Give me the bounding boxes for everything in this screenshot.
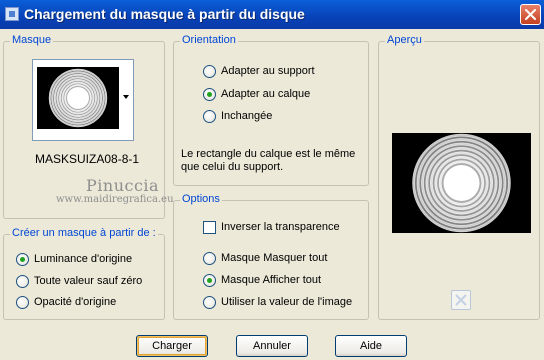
radio-button[interactable] — [16, 274, 29, 288]
radio-adapter-calque[interactable]: Adapter au calque — [203, 86, 310, 102]
checkbox-inverser[interactable]: Inverser la transparence — [203, 219, 340, 235]
radio-button[interactable] — [203, 273, 216, 287]
orientation-info: Le rectangle du calque est le même que c… — [181, 148, 356, 173]
orientation-group-label: Orientation — [180, 34, 238, 46]
close-icon — [525, 9, 536, 20]
masque-group-label: Masque — [10, 34, 54, 46]
options-group-label: Options — [180, 193, 222, 205]
charger-button[interactable]: Charger — [136, 335, 208, 357]
radio-afficher-tout[interactable]: Masque Afficher tout — [203, 272, 321, 288]
radio-inchangee[interactable]: Inchangée — [203, 108, 272, 124]
mask-thumbnail — [37, 67, 119, 129]
preview-icon — [455, 294, 467, 306]
radio-label: Opacité d'origine — [34, 296, 117, 308]
radio-label: Masque Afficher tout — [221, 274, 322, 286]
mask-name: MASKSUIZA08-8-1 — [35, 152, 140, 166]
radio-opacite[interactable]: Opacité d'origine — [16, 294, 116, 310]
radio-masquer-tout[interactable]: Masque Masquer tout — [203, 250, 327, 266]
mask-core — [67, 87, 89, 109]
radio-label: Masque Masquer tout — [221, 252, 328, 264]
checkbox-label: Inverser la transparence — [221, 221, 340, 233]
radio-label: Inchangée — [221, 110, 273, 122]
annuler-button[interactable]: Annuler — [236, 335, 308, 357]
radio-button[interactable] — [203, 87, 216, 101]
watermark-url: www.maidiregrafica.eu — [56, 194, 174, 205]
radio-luminance[interactable]: Luminance d'origine — [16, 251, 132, 267]
close-button[interactable] — [520, 4, 541, 25]
preview-toggle-button[interactable] — [451, 290, 471, 310]
radio-toute-valeur[interactable]: Toute valeur sauf zéro — [16, 273, 142, 289]
radio-button[interactable] — [203, 64, 216, 78]
dialog-window: Chargement du masque à partir du disque … — [0, 0, 544, 360]
radio-valeur-image[interactable]: Utiliser la valeur de l'image — [203, 294, 352, 310]
creer-group-label: Créer un masque à partir de : — [10, 227, 158, 239]
mask-core — [443, 165, 480, 201]
radio-button[interactable] — [203, 251, 216, 265]
radio-adapter-support[interactable]: Adapter au support — [203, 63, 315, 79]
watermark-name: Pinuccia — [86, 176, 160, 195]
radio-button[interactable] — [203, 109, 216, 123]
checkbox[interactable] — [203, 220, 216, 234]
app-icon — [5, 7, 19, 21]
radio-button[interactable] — [203, 295, 216, 309]
radio-button[interactable] — [16, 252, 29, 266]
radio-label: Adapter au calque — [221, 88, 311, 100]
radio-label: Toute valeur sauf zéro — [34, 275, 143, 287]
apercu-group-label: Aperçu — [385, 34, 424, 46]
window-title: Chargement du masque à partir du disque — [24, 6, 305, 22]
radio-label: Luminance d'origine — [34, 253, 133, 265]
preview-image — [392, 133, 531, 233]
radio-label: Utiliser la valeur de l'image — [221, 296, 353, 308]
aide-button[interactable]: Aide — [335, 335, 407, 357]
chevron-down-icon[interactable] — [123, 95, 129, 99]
radio-button[interactable] — [16, 295, 29, 309]
radio-label: Adapter au support — [221, 65, 315, 77]
title-bar[interactable]: Chargement du masque à partir du disque — [0, 0, 544, 29]
mask-picker[interactable] — [32, 59, 134, 141]
